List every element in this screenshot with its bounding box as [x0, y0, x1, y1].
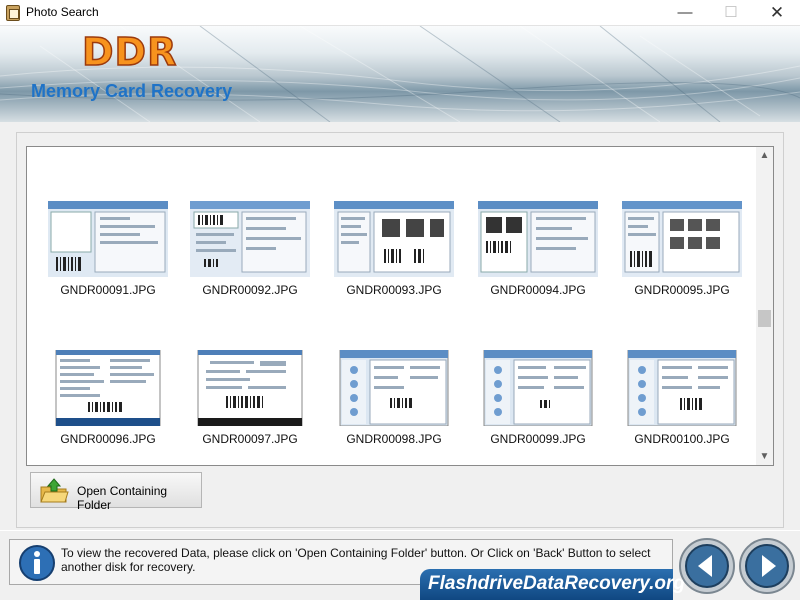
close-button[interactable]: ✕	[754, 0, 800, 26]
photo-filename: GNDR00096.JPG	[60, 432, 156, 446]
folder-open-icon	[40, 478, 69, 503]
photo-filename: GNDR00099.JPG	[490, 432, 586, 446]
scroll-down-icon[interactable]: ▼	[756, 448, 773, 465]
minimize-button[interactable]: —	[662, 0, 708, 26]
photo-filename: GNDR00093.JPG	[346, 283, 442, 297]
photo-filename: GNDR00092.JPG	[202, 283, 298, 297]
window-title: Photo Search	[26, 5, 99, 19]
photo-filename: GNDR00100.JPG	[634, 432, 730, 446]
photo-filename: GNDR00095.JPG	[634, 283, 730, 297]
back-button[interactable]	[678, 537, 736, 595]
photo-filename: GNDR00097.JPG	[202, 432, 298, 446]
title-bar: Photo Search — ☐ ✕	[0, 0, 800, 26]
gallery-scrollbar[interactable]: ▲ ▼	[756, 147, 773, 465]
photo-filename: GNDR00094.JPG	[490, 283, 586, 297]
open-containing-folder-button[interactable]: Open Containing Folder	[30, 472, 202, 512]
maximize-button: ☐	[724, 4, 738, 21]
website-badge: FlashdriveDataRecovery.org	[420, 569, 685, 600]
scrollbar-thumb[interactable]	[758, 310, 771, 327]
brand-logo: DDR	[81, 29, 178, 75]
photo-thumbnail	[627, 350, 737, 426]
photo-filename: GNDR00098.JPG	[346, 432, 442, 446]
product-name: Memory Card Recovery	[31, 81, 233, 101]
website-label: FlashdriveDataRecovery.org	[428, 573, 685, 594]
photo-thumbnail	[197, 350, 303, 426]
header-banner: DDR Memory Card Recovery	[0, 26, 800, 122]
photo-gallery[interactable]: GNDR00091.JPG GNDR00092.JPG GNDR00093.JP…	[26, 146, 774, 466]
app-icon	[6, 5, 20, 21]
photo-thumbnail	[478, 201, 598, 277]
photo-thumbnail	[622, 201, 742, 277]
photo-thumbnail	[190, 201, 310, 277]
photo-thumbnail	[48, 201, 168, 277]
photo-thumbnail	[483, 350, 593, 426]
info-icon	[19, 545, 55, 581]
photo-thumbnail	[339, 350, 449, 426]
next-button[interactable]	[738, 537, 796, 595]
photo-thumbnail	[55, 350, 161, 426]
footer: To view the recovered Data, please click…	[0, 530, 800, 600]
scroll-up-icon[interactable]: ▲	[756, 147, 773, 164]
main-panel: GNDR00091.JPG GNDR00092.JPG GNDR00093.JP…	[16, 132, 784, 528]
photo-filename: GNDR00091.JPG	[60, 283, 156, 297]
photo-thumbnail	[334, 201, 454, 277]
open-folder-label: Open Containing Folder	[77, 484, 168, 512]
